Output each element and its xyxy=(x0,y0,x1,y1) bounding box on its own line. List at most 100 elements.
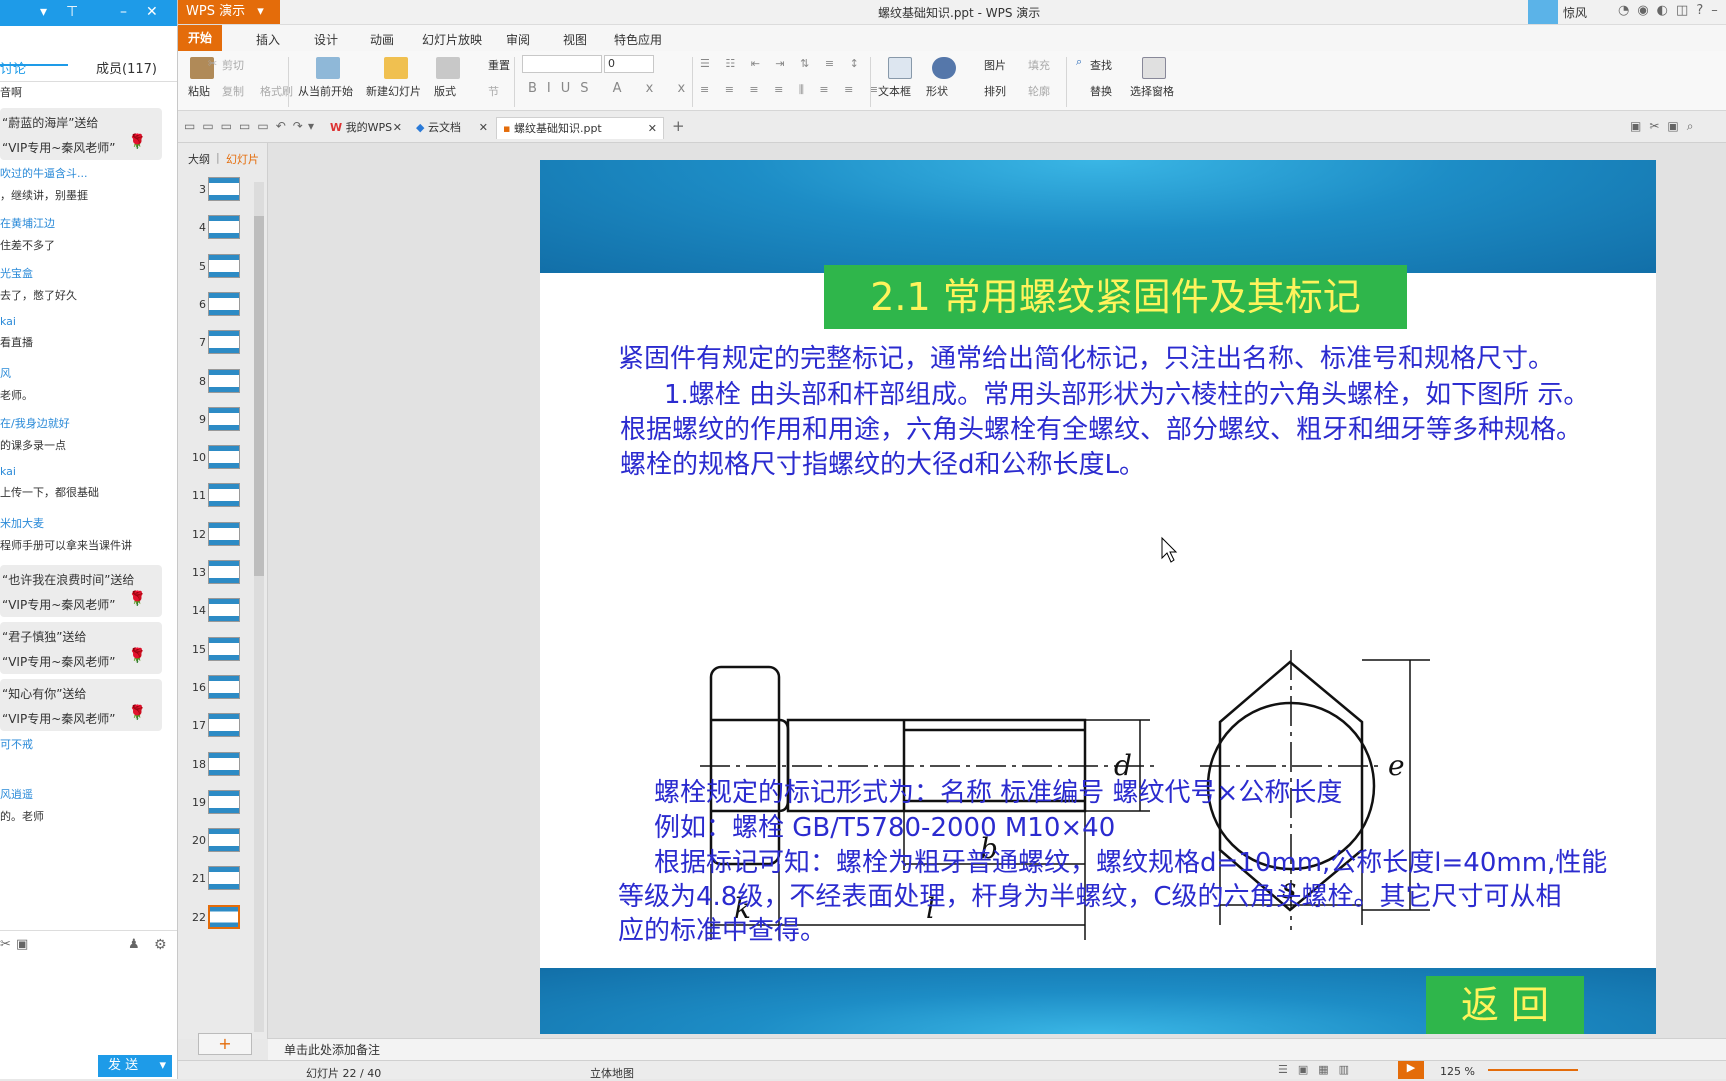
slide-thumbnail[interactable] xyxy=(208,330,240,355)
slide-thumbnail[interactable] xyxy=(208,828,240,853)
layout-icon[interactable] xyxy=(436,57,460,79)
slide-thumbnail[interactable] xyxy=(208,751,240,776)
slide-thumbnail[interactable] xyxy=(208,253,240,278)
window-controls[interactable]: ◔◉◐◫?– xyxy=(1618,3,1726,18)
slide-thumbnail[interactable] xyxy=(208,904,240,929)
slide-canvas[interactable]: 2.1 常用螺纹紧固件及其标记 紧固件有规定的完整标记，通常给出简化标记，只注出… xyxy=(540,160,1656,1034)
font-style-buttons[interactable]: BIUS A x x xyxy=(528,81,695,96)
shape-icon[interactable] xyxy=(932,57,956,79)
tab-review[interactable]: 审阅 xyxy=(506,31,530,48)
from-current-button[interactable]: 从当前开始 xyxy=(298,83,353,99)
new-tab-icon[interactable]: + xyxy=(672,117,685,135)
new-slide-button[interactable]: 新建幻灯片 xyxy=(366,83,421,99)
back-button[interactable]: 返 回 xyxy=(1426,976,1584,1034)
quick-access-toolbar[interactable]: ▭▭▭▭▭↶↷ xyxy=(184,119,310,133)
slide-thumbnail[interactable] xyxy=(208,789,240,814)
tab-slideshow[interactable]: 幻灯片放映 xyxy=(422,31,482,48)
shape-button[interactable]: 形状 xyxy=(926,83,948,99)
slide-thumbnail[interactable] xyxy=(208,866,240,891)
slide-thumbnail[interactable] xyxy=(208,368,240,393)
list-buttons[interactable]: ☰ ☷ ⇤ ⇥ ⇅ ≡ ↕ xyxy=(700,57,865,70)
emoji-icon[interactable]: ✂ xyxy=(0,937,11,952)
fill-button[interactable]: 填充 xyxy=(1028,57,1050,73)
right-toolbar[interactable]: ▣✂▣⌕ xyxy=(1630,119,1701,134)
sender-name[interactable]: 可不戒 xyxy=(0,736,166,752)
tab-slides[interactable]: 幻灯片 xyxy=(226,151,259,167)
selection-pane-button[interactable]: 选择窗格 xyxy=(1130,83,1174,99)
sender-name[interactable]: kai xyxy=(0,465,166,478)
slide-thumbnail[interactable] xyxy=(208,406,240,431)
scrollbar-thumb[interactable] xyxy=(254,216,264,576)
dropdown-icon[interactable]: ▾ xyxy=(40,4,47,20)
font-name-field[interactable] xyxy=(522,55,602,73)
copy-button[interactable]: 复制 xyxy=(222,83,244,99)
slide-thumbnail[interactable] xyxy=(208,483,240,508)
user-name[interactable]: 惊风 xyxy=(1563,4,1587,21)
picture-button[interactable]: 图片 xyxy=(984,57,1006,73)
layout-button[interactable]: 版式 xyxy=(434,83,456,99)
slide-thumbnail[interactable] xyxy=(208,521,240,546)
cut-icon[interactable]: ✂ xyxy=(208,57,217,70)
add-slide-button[interactable]: + xyxy=(198,1033,252,1055)
doc-tab[interactable]: W 我的WPS ✕ xyxy=(324,117,408,139)
gift-icon[interactable]: ♟ xyxy=(128,937,140,952)
doc-tab-active[interactable]: ▪ 螺纹基础知识.ppt ✕ xyxy=(496,117,664,139)
send-icon[interactable] xyxy=(1528,0,1558,24)
slide-thumbnail[interactable] xyxy=(208,674,240,699)
zoom-slider[interactable] xyxy=(1488,1069,1578,1071)
chevron-down-icon[interactable]: ▾ xyxy=(308,119,314,133)
wps-app-menu[interactable]: WPS 演示 ▾ xyxy=(178,0,280,24)
pin-icon[interactable]: ⊤ xyxy=(66,4,78,20)
slide-thumbnail[interactable] xyxy=(208,560,240,584)
search-icon[interactable]: ⌕ xyxy=(1076,55,1082,69)
slide-thumbnail[interactable] xyxy=(208,598,240,623)
slide-thumbnail[interactable] xyxy=(208,291,240,316)
tab-view[interactable]: 视图 xyxy=(563,31,587,48)
sender-name[interactable]: 吹过的牛逼含斗... xyxy=(0,165,166,181)
tab-home[interactable]: 开始 xyxy=(178,25,223,51)
play-slideshow-button[interactable]: ▶ xyxy=(1398,1061,1424,1079)
tab-design[interactable]: 设计 xyxy=(314,31,338,48)
sender-name[interactable]: 在/我身边就好 xyxy=(0,415,166,431)
slide-thumbnail[interactable] xyxy=(208,636,240,661)
tab-members[interactable]: 成员(117) xyxy=(96,58,157,77)
reset-button[interactable]: 重置 xyxy=(488,57,510,73)
outline-button[interactable]: 轮廓 xyxy=(1028,83,1050,99)
gear-icon[interactable]: ⚙ xyxy=(154,937,167,953)
minimize-icon[interactable]: – xyxy=(120,4,127,20)
textbox-icon[interactable] xyxy=(888,57,912,79)
cut-button[interactable]: 剪切 xyxy=(222,57,244,73)
sender-name[interactable]: 米加大麦 xyxy=(0,515,166,531)
new-slide-icon[interactable] xyxy=(384,57,408,79)
slide-thumbnail[interactable] xyxy=(208,177,240,201)
arrange-button[interactable]: 排列 xyxy=(984,83,1006,99)
close-icon[interactable]: ✕ xyxy=(146,4,158,20)
doc-tab[interactable]: ◆ 云文档 ✕ xyxy=(410,117,494,139)
thumbnail-scrollbar[interactable] xyxy=(254,182,264,1032)
tab-animation[interactable]: 动画 xyxy=(370,31,394,48)
send-button[interactable]: 发 送 ▾ xyxy=(98,1055,172,1077)
sender-name[interactable]: 在黄埔江边 xyxy=(0,215,166,231)
sender-name[interactable]: 风逍遥 xyxy=(0,786,166,802)
find-button[interactable]: 查找 xyxy=(1090,57,1112,73)
notes-area[interactable]: 单击此处添加备注 xyxy=(268,1038,1726,1060)
view-buttons[interactable]: ☰▣▦▥ xyxy=(1278,1063,1359,1076)
tab-insert[interactable]: 插入 xyxy=(256,31,280,48)
sender-name[interactable]: 光宝盒 xyxy=(0,265,166,281)
replace-button[interactable]: 替换 xyxy=(1090,83,1112,99)
sender-name[interactable]: kai xyxy=(0,315,166,328)
slide-thumbnail[interactable] xyxy=(208,445,240,470)
selection-pane-icon[interactable] xyxy=(1142,57,1166,79)
image-icon[interactable]: ▣ xyxy=(16,937,28,952)
slide-thumbnail[interactable] xyxy=(208,713,240,738)
align-buttons[interactable]: ≡ ≡ ≡ ≡ ⫼ ≡ ≡ ≡ xyxy=(700,83,884,97)
paste-button[interactable]: 粘贴 xyxy=(188,83,210,99)
section-button[interactable]: 节 xyxy=(488,83,499,99)
sender-name[interactable]: 风 xyxy=(0,365,166,381)
textbox-button[interactable]: 文本框 xyxy=(878,83,911,99)
tab-outline[interactable]: 大纲 xyxy=(188,151,210,167)
tab-discussion[interactable]: 讨论 xyxy=(0,58,26,77)
tab-special[interactable]: 特色应用 xyxy=(614,31,662,48)
font-size-field[interactable]: 0 xyxy=(604,55,654,73)
play-from-current-icon[interactable] xyxy=(316,57,340,79)
